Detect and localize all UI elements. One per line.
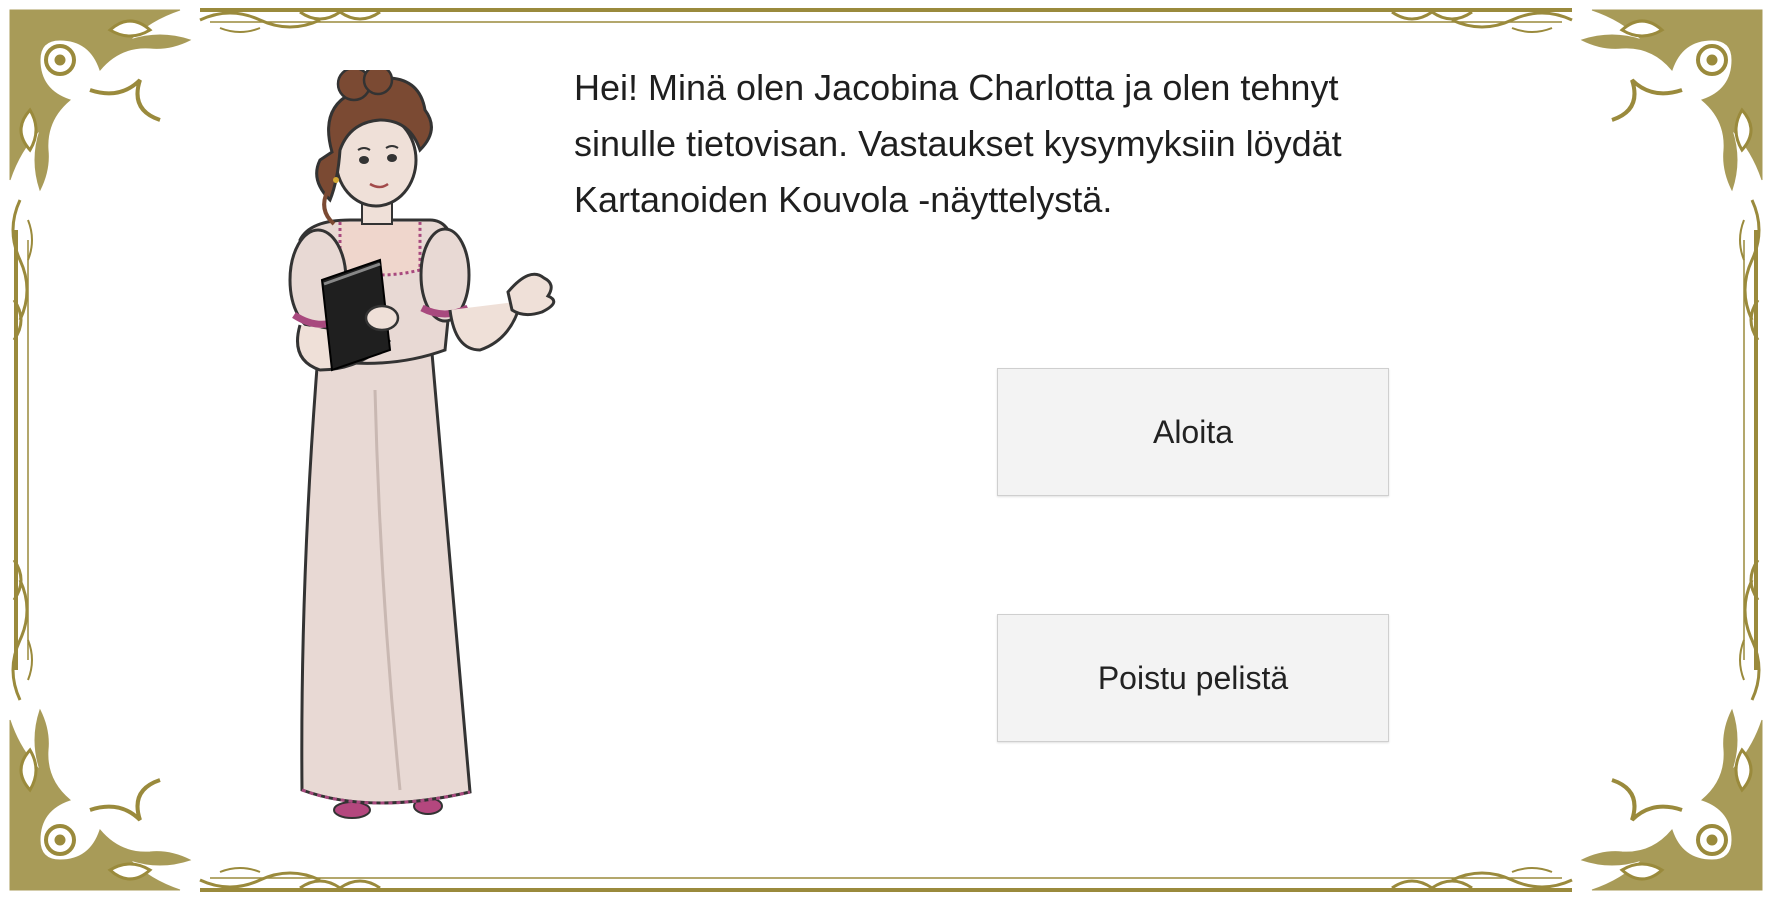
quit-button-label: Poistu pelistä [1097, 659, 1289, 696]
start-button-label: Aloita [1152, 413, 1234, 450]
quiz-start-screen: Hei! Minä olen Jacobina Charlotta ja ole… [0, 0, 1772, 900]
intro-message: Hei! Minä olen Jacobina Charlotta ja ole… [574, 60, 1534, 228]
intro-line: sinulle tietovisan. Vastaukset kysymyksi… [574, 123, 1342, 164]
intro-line: Kartanoiden Kouvola -näyttelystä. [574, 179, 1113, 220]
jacobina-character-illustration [288, 70, 556, 819]
intro-line: Hei! Minä olen Jacobina Charlotta ja ole… [574, 67, 1339, 108]
start-button[interactable]: Aloita [997, 368, 1389, 496]
quit-game-button[interactable]: Poistu pelistä [997, 614, 1389, 742]
